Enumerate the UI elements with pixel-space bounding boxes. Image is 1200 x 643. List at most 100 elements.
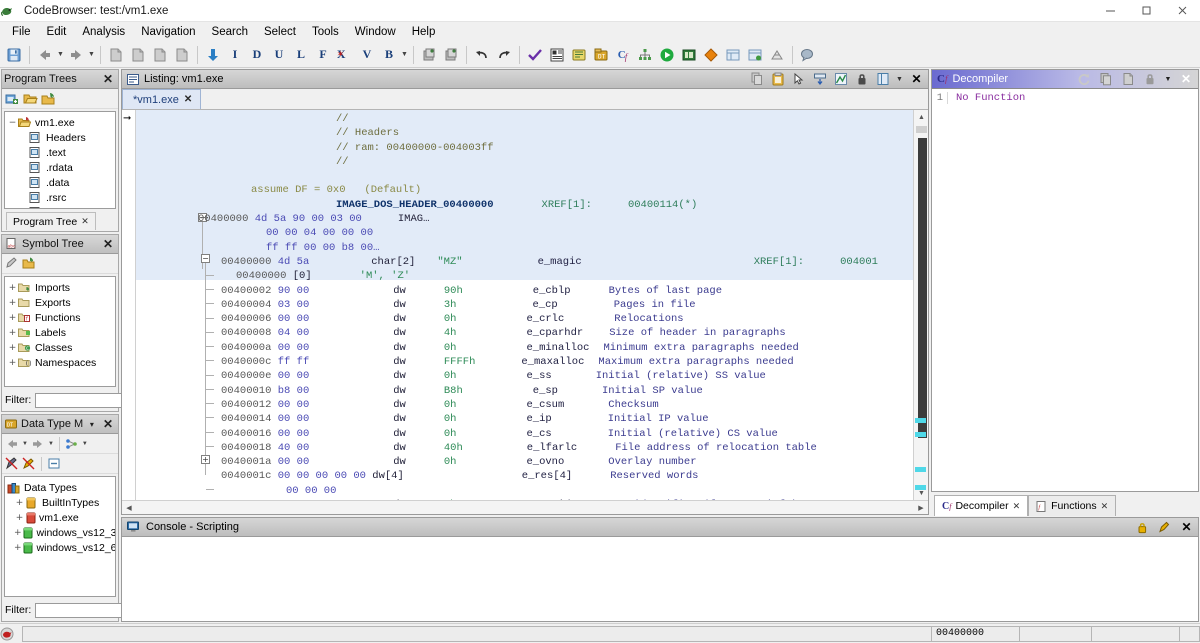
dtm-forward-caret-icon[interactable]: ▼ <box>48 441 54 447</box>
data-type-manager-icon[interactable]: DT <box>590 44 612 66</box>
create-folder-icon[interactable] <box>5 92 20 106</box>
menu-edit[interactable]: Edit <box>39 24 75 40</box>
functions-expander-icon[interactable]: + <box>7 313 18 323</box>
program-tree-root[interactable]: − vm1.exe <box>7 115 113 130</box>
windows-vs12-32-expander-icon[interactable]: + <box>14 528 22 538</box>
dtm-filter-caret-icon[interactable]: ▼ <box>82 441 88 447</box>
layout-icon[interactable] <box>873 71 892 88</box>
windows-vs12-64-expander-icon[interactable]: + <box>14 543 22 553</box>
tab-functions-close-icon[interactable]: ✕ <box>1101 501 1109 512</box>
scroll-right-arrow-icon[interactable]: ▶ <box>914 504 928 512</box>
script-manager-icon[interactable] <box>678 44 700 66</box>
lock-icon[interactable] <box>852 71 871 88</box>
menu-search[interactable]: Search <box>204 24 256 40</box>
listing-code-area[interactable]: − − <box>136 110 913 500</box>
listing-close-icon[interactable]: ✕ <box>907 71 926 88</box>
next-instruction-icon[interactable] <box>105 44 127 66</box>
program-tree-content[interactable]: − vm1.exe Headers <box>4 111 116 209</box>
goto-next-down-arrow-icon[interactable] <box>202 44 224 66</box>
analyze-checkmark-icon[interactable] <box>524 44 546 66</box>
back-dropdown-caret-icon[interactable]: ▼ <box>56 44 65 66</box>
root-expander-icon[interactable]: − <box>7 118 18 128</box>
select-cursor-icon[interactable] <box>789 71 808 88</box>
dtm-filter-tree-icon[interactable] <box>65 438 79 450</box>
menu-tools[interactable]: Tools <box>304 24 347 40</box>
dtm-collapse-all-icon[interactable] <box>47 457 61 470</box>
xref-value[interactable]: 00400114(*) <box>628 199 697 211</box>
menu-help[interactable]: Help <box>404 24 444 40</box>
next-undefined-icon[interactable] <box>149 44 171 66</box>
paste-icon[interactable] <box>768 71 787 88</box>
symbol-tree-item-exports[interactable]: + Exports <box>7 295 113 310</box>
marker-bookmark[interactable] <box>915 485 926 490</box>
exports-expander-icon[interactable]: + <box>7 298 18 308</box>
symbol-tree-item-functions[interactable]: + f Functions <box>7 310 113 325</box>
refresh-icon[interactable] <box>1074 71 1094 88</box>
symbol-tree-program-icon[interactable] <box>22 257 36 270</box>
marker-bookmark[interactable] <box>915 418 926 423</box>
save-icon[interactable] <box>3 44 25 66</box>
scrollbar-thumb[interactable] <box>918 138 927 438</box>
rename-symbol-icon[interactable] <box>5 257 19 270</box>
program-tree-item-text[interactable]: .text <box>7 145 113 160</box>
symbol-tree-content[interactable]: + Imports + Exports + <box>4 276 116 387</box>
ghidra-status-icon[interactable] <box>0 627 22 641</box>
lock-icon[interactable] <box>1140 71 1160 88</box>
function-filter-icon[interactable]: F <box>312 44 334 66</box>
data-types-root[interactable]: Data Types <box>7 480 113 495</box>
vm1exe-expander-icon[interactable]: + <box>14 513 25 523</box>
help-balloon-icon[interactable] <box>797 44 819 66</box>
open-folder-icon[interactable] <box>23 92 38 106</box>
tab-decompiler[interactable]: Cf Decompiler ✕ <box>934 495 1028 516</box>
minimize-button[interactable] <box>1092 0 1128 22</box>
data-type-tree-content[interactable]: Data Types + BuiltInTypes + <box>4 476 116 597</box>
lock-icon[interactable] <box>1133 519 1152 536</box>
symbol-tree-item-imports[interactable]: + Imports <box>7 280 113 295</box>
diff-view-icon[interactable] <box>700 44 722 66</box>
snapshot-icon[interactable] <box>418 44 440 66</box>
function-graph-icon[interactable]: Cf <box>612 44 634 66</box>
console-close-icon[interactable]: ✕ <box>1177 519 1196 536</box>
program-trees-close-icon[interactable]: ✕ <box>100 72 116 86</box>
instruction-filter-icon[interactable]: I <box>224 44 246 66</box>
next-label-icon[interactable] <box>171 44 193 66</box>
menu-window[interactable]: Window <box>347 24 404 40</box>
data-type-item-builtintypes[interactable]: + BuiltInTypes <box>7 495 113 510</box>
dtm-clear-filter-icon[interactable] <box>5 457 19 470</box>
dtm-back-arrow-icon[interactable] <box>5 438 19 450</box>
bytes-filter-icon[interactable]: B <box>378 44 400 66</box>
label-filter-icon[interactable]: L <box>290 44 312 66</box>
forward-dropdown-caret-icon[interactable]: ▼ <box>87 44 96 66</box>
symbol-references-icon[interactable] <box>744 44 766 66</box>
listing-horizontal-scrollbar[interactable]: ◀ ▶ <box>122 500 928 514</box>
data-type-item-windows-vs12-64[interactable]: + windows_vs12_64 <box>7 540 113 555</box>
tab-program-tree-close-icon[interactable]: ✕ <box>81 216 89 227</box>
symbol-tree-item-classes[interactable]: + C Classes <box>7 340 113 355</box>
console-output[interactable] <box>122 537 1198 621</box>
close-button[interactable] <box>1164 0 1200 22</box>
maximize-button[interactable] <box>1128 0 1164 22</box>
next-data-icon[interactable] <box>127 44 149 66</box>
program-tree-item-data[interactable]: .data <box>7 175 113 190</box>
undefined-filter-icon[interactable]: U <box>268 44 290 66</box>
menu-analysis[interactable]: Analysis <box>74 24 133 40</box>
marker-bookmark[interactable] <box>915 467 926 472</box>
data-type-manager-caret-icon[interactable]: ▾ <box>87 420 97 429</box>
dropdown-caret-icon[interactable]: ▼ <box>1162 71 1174 88</box>
dtm-clear-filter-2-icon[interactable] <box>22 457 36 470</box>
undo-icon[interactable] <box>471 44 493 66</box>
dtm-forward-arrow-icon[interactable] <box>31 438 45 450</box>
marker-bookmark[interactable] <box>915 432 926 437</box>
data-type-item-windows-vs12-32[interactable]: + windows_vs12_32 <box>7 525 113 540</box>
redo-icon[interactable] <box>493 44 515 66</box>
scroll-up-arrow-icon[interactable]: ▲ <box>914 110 929 124</box>
run-script-icon[interactable] <box>656 44 678 66</box>
clone-window-icon[interactable] <box>440 44 462 66</box>
bookmark-filter-icon[interactable]: V <box>356 44 378 66</box>
program-tree-view-icon[interactable] <box>766 44 788 66</box>
program-tree-item-headers[interactable]: Headers <box>7 130 113 145</box>
toggle-table-icon[interactable] <box>810 71 829 88</box>
dos-header-label[interactable]: IMAGE_DOS_HEADER_00400000 <box>336 199 494 211</box>
data-filter-icon[interactable]: D <box>246 44 268 66</box>
program-tree-item-rsrc[interactable]: .rsrc <box>7 190 113 205</box>
